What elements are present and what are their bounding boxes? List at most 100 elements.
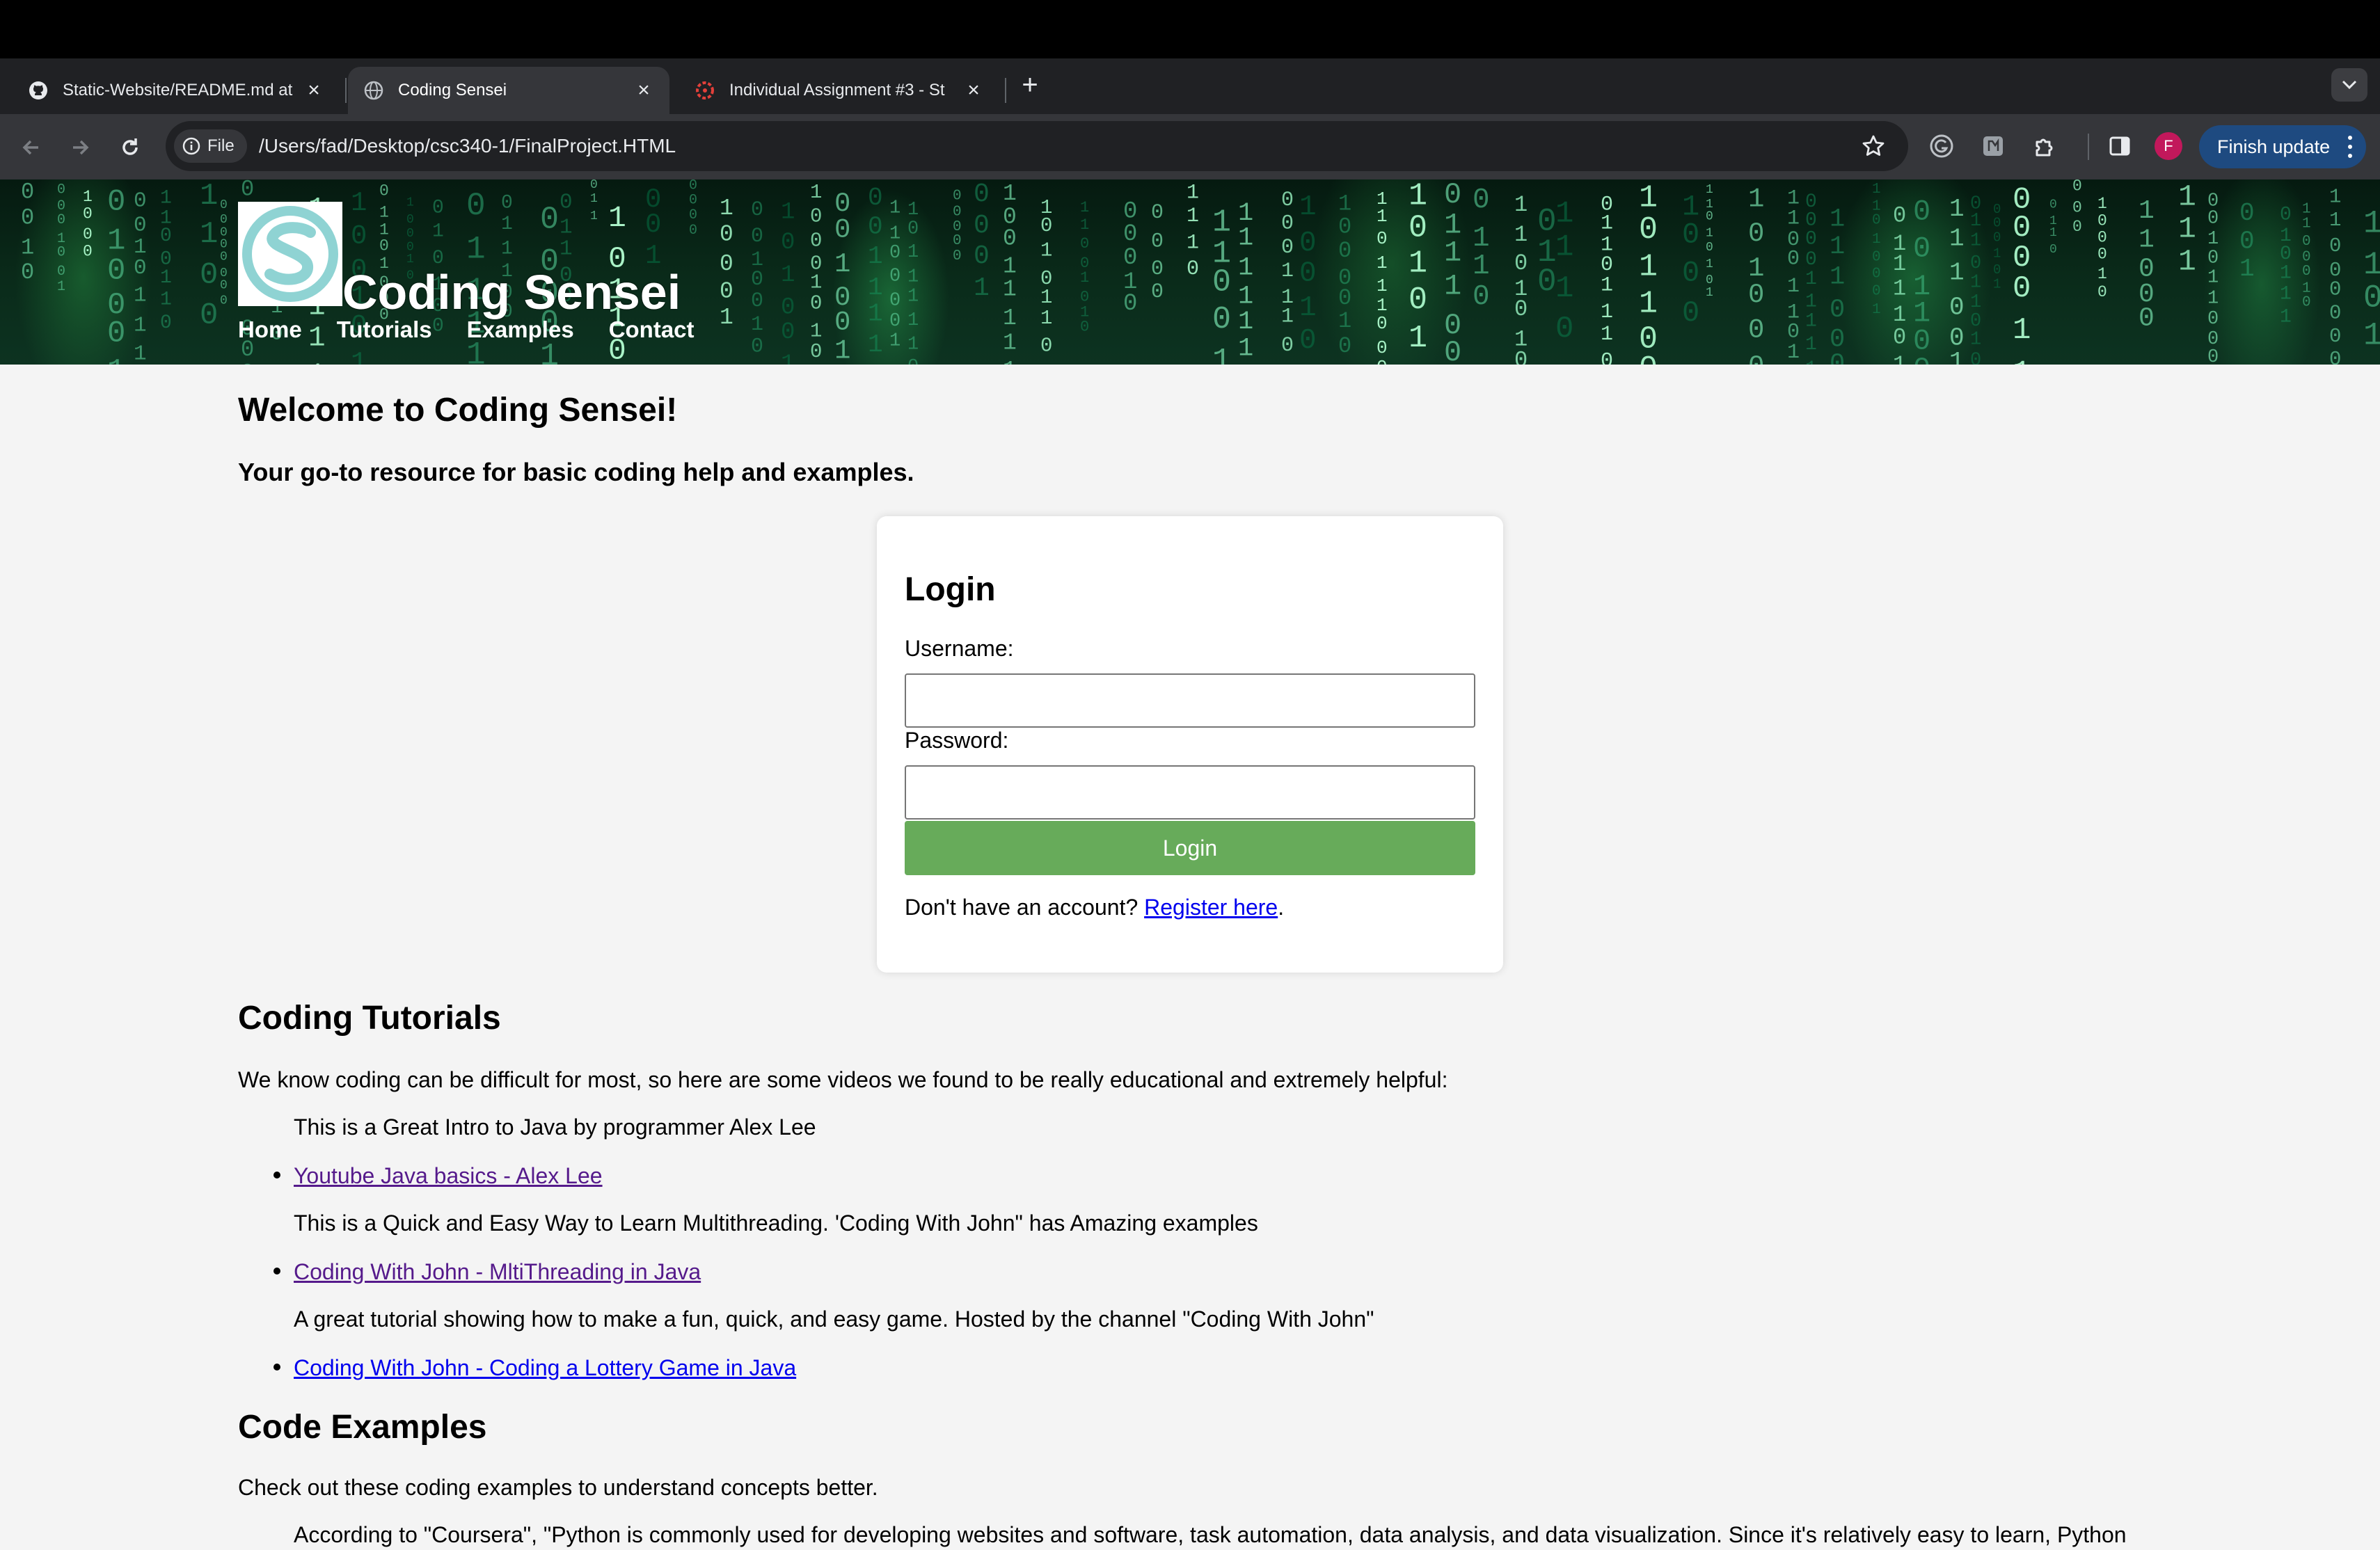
svg-text:0: 0 (1555, 312, 1573, 346)
svg-text:0: 0 (1444, 179, 1461, 211)
svg-text:1: 1 (907, 200, 919, 221)
svg-text:0: 0 (21, 205, 34, 231)
list-bullet (273, 1172, 280, 1179)
svg-text:0: 0 (2072, 179, 2082, 195)
svg-text:1: 1 (1830, 232, 1845, 262)
register-link[interactable]: Register here (1144, 895, 1278, 920)
svg-text:1: 1 (1993, 276, 2001, 291)
tab-coding-sensei[interactable]: Coding Sensei × (348, 67, 669, 114)
svg-text:0: 0 (1993, 262, 2001, 278)
grammarly-extension-icon[interactable] (1926, 131, 1957, 161)
finish-update-button[interactable]: Finish update (2199, 125, 2366, 168)
kebab-menu-icon[interactable] (2347, 134, 2354, 160)
svg-text:1: 1 (466, 232, 486, 268)
tutorials-intro: We know coding can be difficult for most… (238, 1064, 1447, 1095)
svg-text:0: 0 (134, 189, 147, 214)
svg-text:1: 1 (2207, 267, 2219, 288)
side-panel-icon[interactable] (2104, 131, 2135, 161)
tab-search-chevron-icon[interactable] (2331, 68, 2367, 102)
svg-text:1: 1 (501, 239, 513, 260)
svg-text:1: 1 (1040, 239, 1052, 262)
svg-text:0: 0 (1123, 221, 1137, 248)
svg-text:0: 0 (1805, 249, 1817, 271)
svg-text:0: 0 (220, 250, 228, 264)
login-title: Login (905, 569, 996, 611)
nav-tutorials[interactable]: Tutorials (337, 316, 432, 344)
svg-text:0: 0 (1913, 195, 1930, 228)
extension-app-icon[interactable] (1978, 131, 2008, 161)
svg-text:1: 1 (1949, 348, 1965, 365)
extensions-puzzle-icon[interactable] (2029, 131, 2060, 161)
svg-text:0: 0 (1473, 281, 1490, 313)
svg-text:0: 0 (1281, 334, 1294, 358)
password-input[interactable] (905, 765, 1475, 820)
svg-text:0: 0 (1080, 235, 1089, 253)
svg-text:0: 0 (1377, 313, 1388, 334)
info-icon (182, 137, 200, 155)
svg-text:1: 1 (21, 234, 34, 260)
svg-text:0: 0 (220, 213, 228, 227)
close-tab-icon[interactable]: × (633, 79, 654, 102)
close-tab-icon[interactable]: × (303, 79, 324, 102)
svg-text:0: 0 (2239, 199, 2255, 227)
svg-text:0: 0 (810, 291, 822, 314)
tutorial-link-multithreading[interactable]: Coding With John - MltiThreading in Java (294, 1256, 701, 1287)
svg-text:1: 1 (1514, 222, 1528, 248)
url-text[interactable]: /Users/fad/Desktop/csc340-1/FinalProject… (259, 132, 676, 160)
svg-text:0: 0 (1748, 280, 1764, 310)
svg-text:1: 1 (834, 249, 850, 280)
svg-text:1: 1 (432, 221, 444, 242)
svg-text:0: 0 (1993, 230, 2001, 245)
svg-text:0: 0 (2139, 303, 2155, 333)
svg-text:1: 1 (2013, 313, 2031, 348)
github-icon (28, 80, 49, 101)
svg-text:1: 1 (1238, 335, 1253, 364)
nav-home[interactable]: Home (238, 316, 302, 344)
svg-text:1: 1 (1003, 277, 1017, 303)
svg-text:1: 1 (2139, 196, 2155, 226)
tab-github-readme[interactable]: Static-Website/README.md at × (13, 67, 340, 114)
svg-text:1: 1 (2097, 265, 2107, 283)
svg-text:1: 1 (1555, 271, 1573, 306)
svg-text:1: 1 (1787, 207, 1800, 231)
svg-text:1: 1 (889, 198, 901, 218)
reload-icon[interactable] (113, 130, 148, 165)
svg-text:0: 0 (720, 221, 733, 247)
svg-text:0: 0 (1893, 325, 1906, 351)
profile-avatar[interactable]: F (2155, 132, 2182, 160)
nav-examples[interactable]: Examples (467, 316, 574, 344)
bookmark-star-icon[interactable] (1858, 131, 1889, 161)
svg-text:0: 0 (2097, 246, 2107, 264)
nav-contact[interactable]: Contact (609, 316, 695, 344)
tutorial-link-lottery-game[interactable]: Coding With John - Coding a Lottery Game… (294, 1352, 796, 1383)
svg-text:1: 1 (1444, 237, 1461, 270)
svg-text:0: 0 (1639, 351, 1658, 365)
register-line: Don't have an account? Register here. (905, 893, 1284, 921)
back-arrow-icon[interactable] (14, 130, 49, 165)
new-tab-icon[interactable]: + (1017, 70, 1042, 100)
svg-text:1: 1 (1003, 358, 1017, 365)
tab-individual-assignment[interactable]: Individual Assignment #3 - St × (679, 67, 999, 114)
login-button[interactable]: Login (905, 821, 1475, 875)
svg-text:1: 1 (560, 237, 573, 262)
svg-text:1: 1 (907, 266, 919, 287)
svg-text:1: 1 (1787, 275, 1800, 298)
forward-arrow-icon[interactable] (63, 130, 97, 165)
site-logo (238, 202, 342, 306)
svg-text:1: 1 (2178, 244, 2196, 278)
svg-text:1: 1 (200, 217, 218, 252)
svg-text:1: 1 (590, 209, 598, 223)
svg-text:1: 1 (1555, 197, 1573, 232)
username-input[interactable] (905, 673, 1475, 728)
close-tab-icon[interactable]: × (963, 79, 984, 102)
svg-text:0: 0 (379, 237, 389, 255)
svg-text:0: 0 (2239, 227, 2255, 256)
svg-text:0: 0 (953, 204, 962, 220)
svg-text:0: 0 (689, 207, 697, 223)
tutorial-link-java-basics[interactable]: Youtube Java basics - Alex Lee (294, 1160, 603, 1191)
svg-text:0: 0 (1151, 280, 1164, 304)
svg-text:1: 1 (1805, 269, 1817, 290)
svg-text:0: 0 (1682, 218, 1699, 252)
site-info-chip[interactable]: File (174, 129, 247, 163)
svg-text:0: 0 (1338, 214, 1351, 239)
